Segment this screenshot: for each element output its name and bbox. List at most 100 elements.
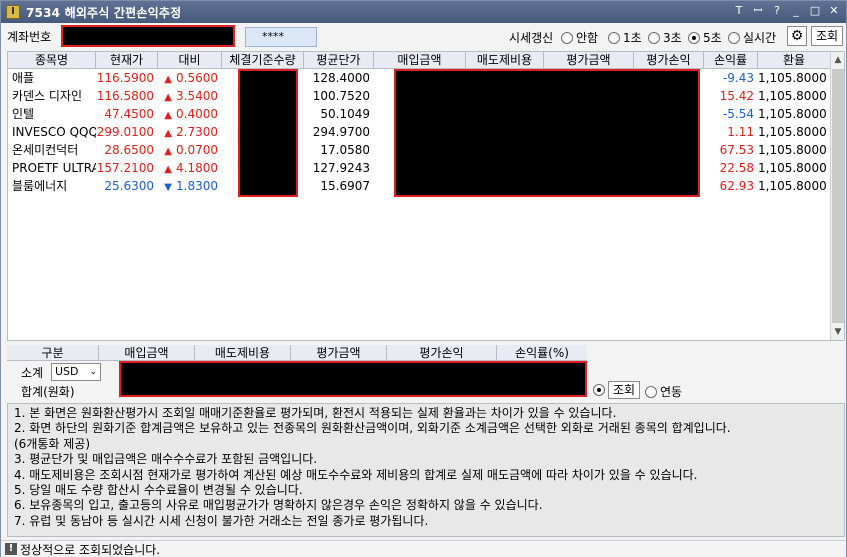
scroll-thumb[interactable] — [832, 69, 844, 323]
password-field[interactable]: **** — [245, 27, 317, 47]
cell-avg: 50.1049 — [320, 107, 370, 121]
cell-price: 116.5800 — [96, 89, 154, 103]
settings-button[interactable]: ⚙ — [787, 26, 807, 46]
col-header-change[interactable]: 대비 — [158, 52, 222, 69]
col-header-name[interactable]: 종목명 — [8, 52, 96, 69]
radio-icon — [645, 385, 657, 398]
refresh-option-none[interactable]: 안함 — [561, 29, 598, 46]
cell-name: 블룸에너지 — [12, 179, 68, 193]
refresh-option-realtime[interactable]: 실시간 — [728, 29, 776, 46]
refresh-option-label: 5초 — [703, 31, 722, 45]
refresh-option-3s[interactable]: 3초 — [648, 29, 682, 46]
col-header-qty[interactable]: 체결기준수량 — [222, 52, 304, 69]
vertical-scrollbar[interactable]: ▲ ▼ — [830, 52, 844, 340]
up-arrow-icon: ▲ — [164, 164, 172, 175]
status-message: 정상적으로 조회되었습니다. — [20, 542, 161, 557]
col-header-rate[interactable]: 손익률 — [704, 52, 758, 69]
cell-avg: 17.0580 — [320, 143, 370, 157]
mode-option-label: 연동 — [660, 385, 683, 399]
refresh-option-label: 3초 — [663, 31, 682, 45]
cell-name: 인텔 — [12, 107, 35, 121]
link-icon[interactable]: ꟷ — [750, 3, 766, 19]
cell-price: 157.2100 — [96, 161, 154, 175]
maximize-icon[interactable]: □ — [807, 3, 823, 19]
col-header-fx[interactable]: 환율 — [758, 52, 830, 69]
cell-avg: 294.9700 — [312, 125, 370, 139]
col-header-eval-pl[interactable]: 평가손익 — [634, 52, 704, 69]
cell-name: 카덴스 디자인 — [12, 89, 83, 103]
cell-rate: 67.53 — [719, 143, 754, 157]
scroll-down-icon[interactable]: ▼ — [831, 324, 844, 340]
cell-fx: 1,105.8000 — [758, 143, 827, 157]
notes-panel: 1. 본 화면은 원화환산평가시 조회일 매매기준환율로 평가되며, 환전시 적… — [7, 403, 845, 537]
main-window: I 7534 해외주식 간편손익추정 T ꟷ ? _ □ ✕ 계좌번호 ****… — [0, 0, 847, 557]
refresh-option-label: 1초 — [623, 31, 642, 45]
minimize-icon[interactable]: _ — [788, 3, 804, 19]
down-arrow-icon: ▼ — [164, 182, 172, 193]
cell-rate: -9.43 — [722, 71, 754, 85]
change-value: 3.5400 — [176, 89, 218, 103]
query-button[interactable]: 조회 — [811, 26, 843, 46]
refresh-option-1s[interactable]: 1초 — [608, 29, 642, 46]
summary-header-buy: 매입금액 — [99, 345, 195, 361]
text-size-icon[interactable]: T — [731, 3, 747, 19]
cell-fx: 1,105.8000 — [758, 89, 827, 103]
scroll-up-icon[interactable]: ▲ — [831, 52, 844, 68]
change-value: 1.8300 — [176, 179, 218, 193]
up-arrow-icon: ▲ — [164, 92, 172, 103]
summary-table: 구분 매입금액 매도제비용 평가금액 평가손익 손익률(%) 소계 USD ⌄ … — [7, 345, 587, 401]
radio-icon — [561, 31, 573, 44]
cell-fx: 1,105.8000 — [758, 179, 827, 193]
col-header-avg[interactable]: 평균단가 — [304, 52, 374, 69]
note-line: 6. 보유종목의 입고, 출고등의 사유로 매입평균가가 명확하지 않은경우 손… — [14, 498, 543, 513]
status-bar: ! 정상적으로 조회되었습니다. — [1, 540, 846, 557]
change-value: 4.1800 — [176, 161, 218, 175]
note-line: 7. 유럽 및 동남아 등 실시간 시세 신청이 불가한 거래소는 전일 종가로… — [14, 513, 429, 528]
close-icon[interactable]: ✕ — [826, 3, 842, 19]
change-value: 0.5600 — [176, 71, 218, 85]
cell-name: INVESCO QQQ T — [12, 125, 96, 139]
cell-price: 116.5900 — [96, 71, 154, 85]
refresh-option-5s[interactable]: 5초 — [688, 29, 722, 46]
radio-icon — [648, 31, 660, 44]
redacted-summary — [119, 361, 587, 397]
mode-option-query[interactable]: 조회 — [593, 381, 641, 399]
cell-name: 애플 — [12, 71, 35, 85]
up-arrow-icon: ▲ — [164, 74, 172, 85]
note-line: (6개통화 제공) — [14, 436, 91, 451]
col-header-sell-cost[interactable]: 매도제비용 — [466, 52, 544, 69]
account-label: 계좌번호 — [7, 30, 52, 44]
title-bar: I 7534 해외주식 간편손익추정 T ꟷ ? _ □ ✕ — [1, 1, 846, 23]
note-line: 5. 당일 매도 수량 합산시 수수료율이 변경될 수 있습니다. — [14, 483, 303, 498]
cell-price: 28.6500 — [104, 143, 154, 157]
refresh-label: 시세갱신 — [509, 31, 554, 45]
account-number-field[interactable] — [61, 25, 235, 47]
note-line: 3. 평균단가 및 매입금액은 매수수수료가 포함된 금액입니다. — [14, 452, 318, 467]
mode-option-link[interactable]: 연동 — [645, 383, 682, 400]
redacted-quantity — [238, 69, 298, 197]
holdings-table: 종목명 현재가 대비 체결기준수량 평균단가 매입금액 매도제비용 평가금액 평… — [7, 51, 845, 341]
help-icon[interactable]: ? — [769, 3, 785, 19]
col-header-eval-amount[interactable]: 평가금액 — [544, 52, 634, 69]
currency-select[interactable]: USD ⌄ — [51, 363, 101, 381]
cell-change: ▲ 0.5600 — [158, 69, 222, 87]
col-header-price[interactable]: 현재가 — [96, 52, 158, 69]
cell-avg: 128.4000 — [312, 71, 370, 85]
radio-selected-icon — [593, 384, 605, 396]
cell-change: ▼ 1.8300 — [158, 177, 222, 195]
up-arrow-icon: ▲ — [164, 146, 172, 157]
note-line: 1. 본 화면은 원화환산평가시 조회일 매매기준환율로 평가되며, 환전시 적… — [14, 406, 617, 420]
gear-icon: ⚙ — [790, 28, 804, 44]
up-arrow-icon: ▲ — [164, 110, 172, 121]
change-value: 2.7300 — [176, 125, 218, 139]
cell-rate: 62.93 — [719, 179, 754, 193]
cell-fx: 1,105.8000 — [758, 71, 827, 85]
change-value: 0.0700 — [176, 143, 218, 157]
cell-name: 온세미컨덕터 — [12, 143, 79, 157]
summary-header-pl: 평가손익 — [387, 345, 497, 361]
cell-avg: 100.7520 — [312, 89, 370, 103]
cell-change: ▲ 4.1800 — [158, 159, 222, 177]
radio-icon — [608, 31, 620, 44]
note-line: 2. 화면 하단의 원화기준 합계금액은 보유하고 있는 전종목의 원화환산금액… — [14, 421, 731, 436]
col-header-buy-amount[interactable]: 매입금액 — [374, 52, 466, 69]
